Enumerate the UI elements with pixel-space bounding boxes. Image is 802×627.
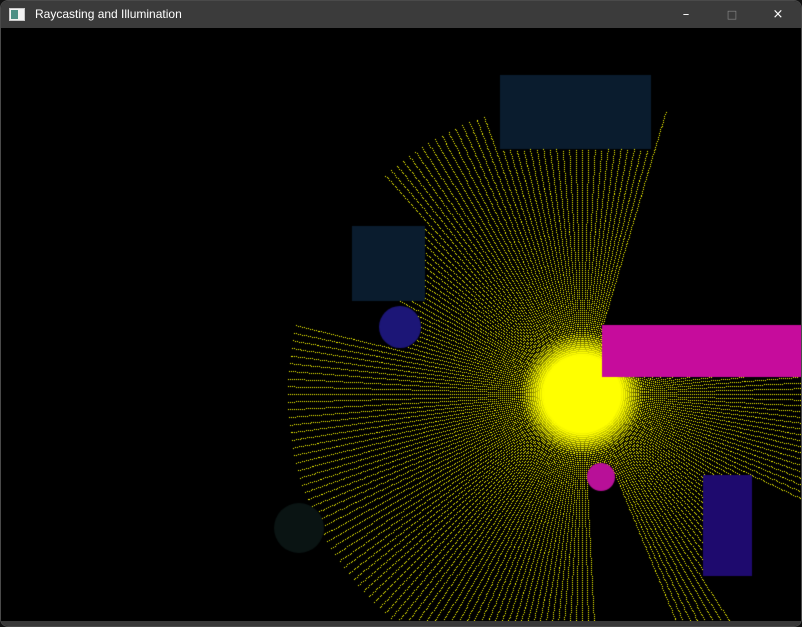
app-icon-pane — [11, 10, 18, 19]
maximize-button[interactable]: □ — [709, 1, 755, 28]
title-bar[interactable]: Raycasting and Illumination – □ × — [1, 1, 801, 28]
minimize-button[interactable]: – — [663, 1, 709, 28]
raycast-canvas[interactable] — [1, 28, 801, 621]
window-bottom-border — [1, 621, 801, 626]
window-title: Raycasting and Illumination — [35, 1, 182, 28]
render-area — [1, 28, 801, 621]
app-window: Raycasting and Illumination – □ × — [0, 0, 802, 627]
window-controls: – □ × — [663, 1, 801, 28]
close-button[interactable]: × — [755, 1, 801, 28]
app-icon — [9, 8, 25, 21]
